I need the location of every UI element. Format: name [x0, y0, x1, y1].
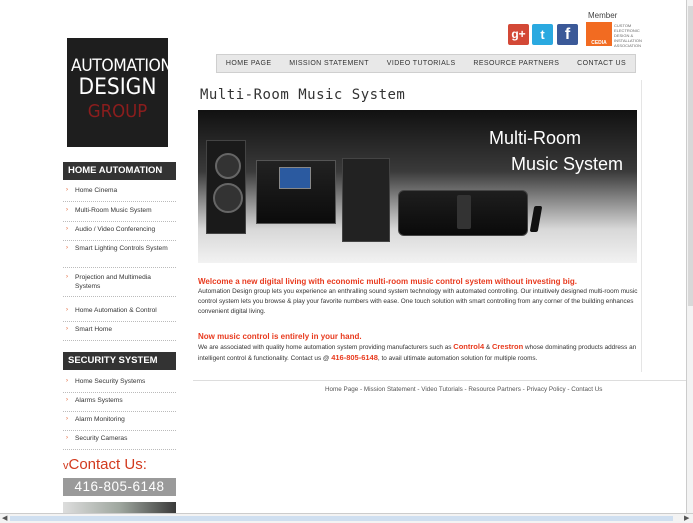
cedia-logo[interactable]: CEDIA [586, 22, 612, 46]
product-banner: Multi-Room Music System [198, 110, 637, 263]
twitter-icon[interactable]: t [532, 24, 553, 45]
vertical-scrollbar[interactable] [686, 0, 693, 513]
logo-line-1: AUTOMATION [71, 56, 172, 76]
member-label: Member [588, 11, 618, 20]
page-title: Multi-Room Music System [200, 87, 406, 103]
logo-line-2: DESIGN [78, 75, 157, 100]
footer-links[interactable]: Home Page - Mission Statement - Video Tu… [325, 386, 602, 393]
sidebar-item-home-automation-control[interactable]: › Home Automation & Control [63, 306, 176, 322]
scrollbar-thumb[interactable] [688, 6, 693, 306]
nav-contact-us[interactable]: CONTACT US [577, 60, 626, 67]
arrow-icon: › [66, 307, 68, 313]
arrow-icon: › [66, 226, 68, 232]
banner-title-line-1: Multi-Room [488, 128, 581, 148]
scrollbar-thumb[interactable] [10, 516, 673, 521]
contact-heading: vContact Us: [63, 456, 147, 473]
arrow-icon: › [66, 187, 68, 193]
sidebar-heading-home-automation: HOME AUTOMATION [63, 162, 176, 180]
sidebar-item-av-conferencing[interactable]: › Audio / Video Conferencing [63, 225, 176, 241]
arrow-icon: › [66, 207, 68, 213]
facebook-icon[interactable]: f [557, 24, 578, 45]
nav-resource-partners[interactable]: RESOURCE PARTNERS [473, 60, 559, 67]
cedia-text: CUSTOM ELECTRONIC DESIGN & INSTALLATION … [614, 23, 642, 48]
arrow-icon: › [66, 435, 68, 441]
receiver-image [256, 160, 336, 224]
sidebar-item-multi-room-music[interactable]: › Multi-Room Music System [63, 206, 176, 222]
nav-mission-statement[interactable]: MISSION STATEMENT [289, 60, 369, 67]
sidebar-item-home-cinema[interactable]: › Home Cinema [63, 186, 176, 202]
speaker-image [342, 158, 390, 242]
speaker-image [206, 140, 246, 234]
control-heading: Now music control is entirely in your ha… [198, 332, 362, 341]
logo-line-3: GROUP [87, 101, 148, 122]
sidebar-item-projection[interactable]: › Projection and Multimedia Systems [63, 273, 176, 297]
phone-link[interactable]: 416-805-6148 [331, 353, 378, 362]
divider [193, 380, 686, 381]
sidebar-item-smart-home[interactable]: › Smart Home [63, 325, 176, 341]
player-image [529, 206, 543, 232]
nav-home-page[interactable]: HOME PAGE [226, 60, 271, 67]
intro-heading: Welcome a new digital living with econom… [198, 277, 578, 286]
sidebar-item-security-cameras[interactable]: › Security Cameras [63, 434, 176, 450]
top-nav: HOME PAGE MISSION STATEMENT VIDEO TUTORI… [216, 54, 636, 73]
sidebar-item-home-security[interactable]: › Home Security Systems [63, 377, 176, 393]
intro-body: Automation Design group lets you experie… [198, 288, 638, 315]
scroll-right-icon[interactable]: ▶ [684, 514, 689, 522]
contact-phone[interactable]: 416-805-6148 [63, 478, 176, 496]
sidebar-item-alarms[interactable]: › Alarms Systems [63, 396, 176, 412]
arrow-icon: › [66, 326, 68, 332]
control-body: We are associated with quality home auto… [198, 342, 637, 362]
arrow-icon: › [66, 416, 68, 422]
nav-video-tutorials[interactable]: VIDEO TUTORIALS [387, 60, 456, 67]
sidebar-heading-security: SECURITY SYSTEM [63, 352, 176, 370]
control4-link[interactable]: Control4 [453, 342, 484, 351]
google-plus-icon[interactable]: g+ [508, 24, 529, 45]
crestron-link[interactable]: Crestron [492, 342, 523, 351]
arrow-icon: › [66, 378, 68, 384]
scroll-left-icon[interactable]: ◀ [2, 514, 7, 522]
arrow-icon: › [66, 245, 68, 251]
arrow-icon: › [66, 274, 68, 280]
sidebar-item-alarm-monitoring[interactable]: › Alarm Monitoring [63, 415, 176, 431]
sidebar-item-smart-lighting[interactable]: › Smart Lighting Controls System [63, 244, 176, 268]
arrow-icon: › [66, 397, 68, 403]
page: AUTOMATION DESIGN GROUP g+ t f Member CE… [0, 0, 686, 513]
dock-image [398, 190, 528, 236]
site-logo[interactable]: AUTOMATION DESIGN GROUP [67, 38, 172, 147]
sidebar-image [63, 502, 176, 513]
banner-title-line-2: Music System [510, 154, 623, 174]
